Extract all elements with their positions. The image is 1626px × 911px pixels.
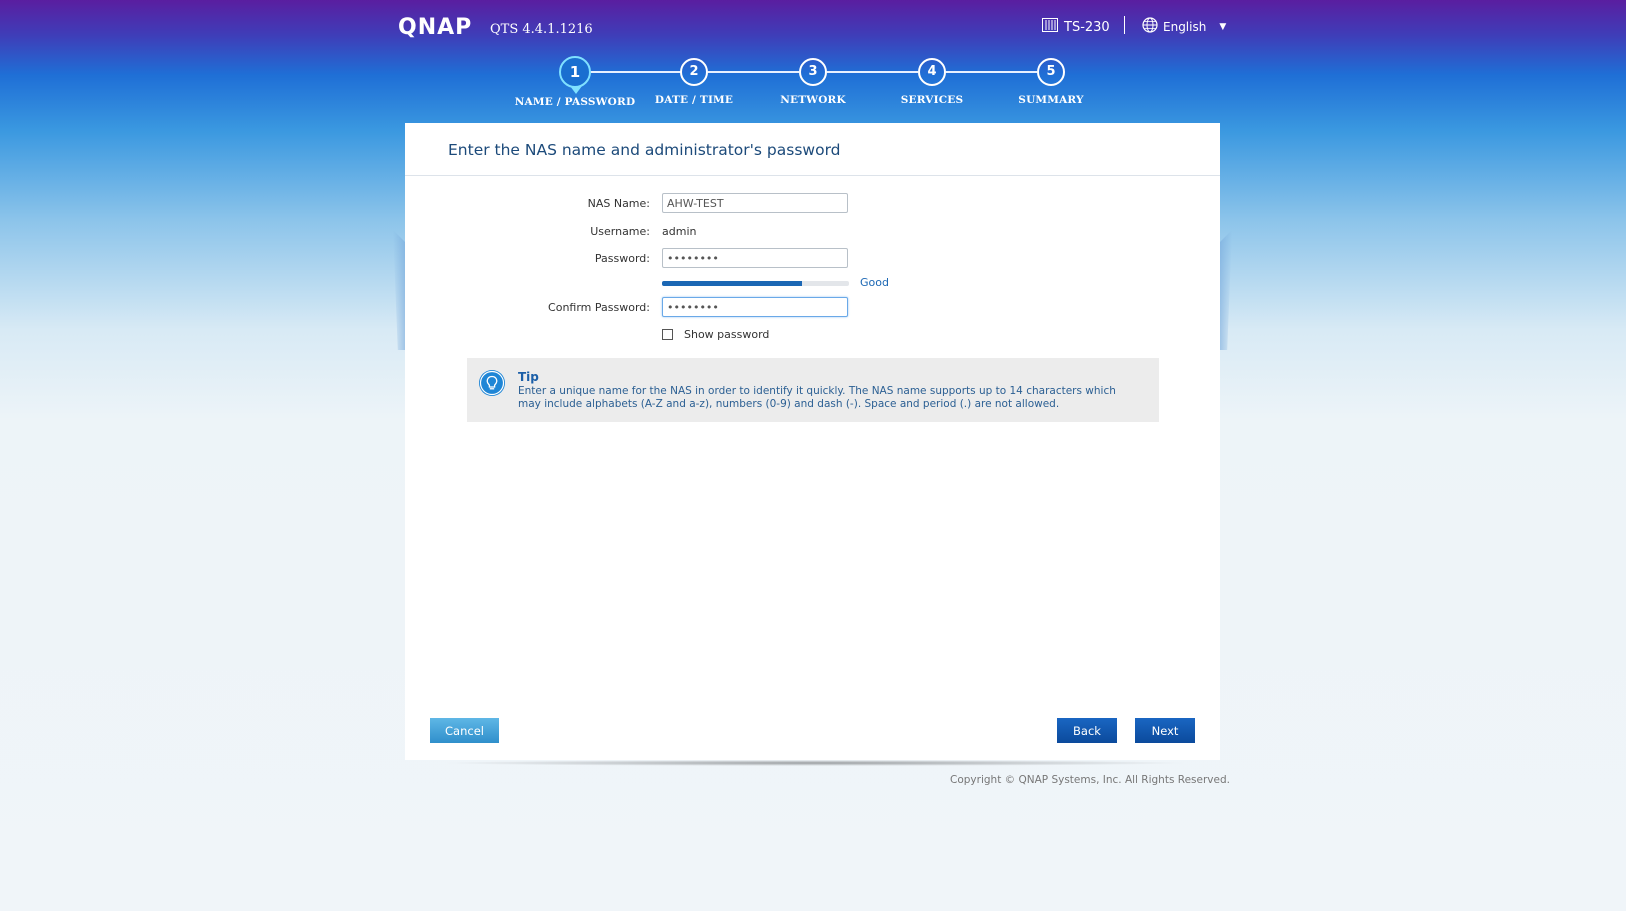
panel-shadow [440, 760, 1190, 766]
username-label: Username: [590, 225, 650, 238]
back-button[interactable]: Back [1057, 718, 1117, 743]
step-date-time: 2 DATE / TIME [629, 56, 759, 106]
chevron-down-icon: ▼ [1219, 21, 1227, 32]
lightbulb-icon [479, 370, 505, 396]
step-label: SUMMARY [1018, 94, 1084, 106]
password-label: Password: [594, 252, 650, 265]
copyright-text: Copyright © QNAP Systems, Inc. All Right… [950, 774, 1230, 786]
cancel-button[interactable]: Cancel [430, 718, 499, 743]
panel-side-decoration [1220, 230, 1232, 350]
confirm-password-input[interactable] [662, 297, 848, 317]
panel-side-decoration [393, 230, 405, 350]
page-title: Enter the NAS name and administrator's p… [448, 141, 841, 159]
password-strength-fill [662, 281, 803, 286]
qnap-logo: QNAP [398, 15, 473, 40]
tip-title: Tip [518, 370, 539, 384]
password-input[interactable] [662, 248, 848, 268]
show-password-label[interactable]: Show password [684, 328, 769, 341]
step-number: 3 [799, 58, 827, 86]
server-icon [1042, 18, 1058, 36]
step-services: 4 SERVICES [867, 56, 997, 106]
step-network: 3 NETWORK [748, 56, 878, 106]
step-summary: 5 SUMMARY [986, 56, 1116, 106]
title-divider [405, 175, 1220, 176]
password-strength-bar [662, 281, 849, 286]
nas-name-input[interactable] [662, 193, 848, 213]
header-divider [1124, 16, 1125, 34]
version-label: QTS 4.4.1.1216 [490, 22, 593, 37]
wizard-panel: Enter the NAS name and administrator's p… [405, 123, 1220, 760]
password-strength-text: Good [860, 276, 889, 289]
next-button[interactable]: Next [1135, 718, 1195, 743]
language-selector[interactable]: English ▼ [1142, 17, 1226, 36]
step-number: 2 [680, 58, 708, 86]
step-label: SERVICES [900, 94, 964, 106]
step-number: 4 [918, 58, 946, 86]
step-number: 1 [559, 56, 591, 94]
step-number: 5 [1037, 58, 1065, 86]
device-name: TS-230 [1064, 19, 1110, 35]
device-info: TS-230 [1042, 18, 1110, 36]
tip-text: Enter a unique name for the NAS in order… [518, 385, 1116, 410]
language-label: English [1163, 19, 1207, 34]
step-name-password: 1 NAME / PASSWORD [510, 56, 640, 108]
step-label: DATE / TIME [654, 94, 734, 106]
nas-name-label: NAS Name: [587, 197, 650, 210]
show-password-checkbox[interactable] [662, 329, 673, 340]
confirm-password-label: Confirm Password: [548, 301, 650, 314]
step-label: NAME / PASSWORD [514, 96, 636, 108]
wizard-stepper: 1 NAME / PASSWORD 2 DATE / TIME 3 NETWOR… [0, 56, 1626, 116]
top-bar: QNAP QTS 4.4.1.1216 TS-230 English ▼ [0, 0, 1626, 60]
username-value: admin [662, 225, 697, 238]
step-label: NETWORK [780, 94, 846, 106]
globe-icon [1142, 17, 1158, 36]
tip-box: Tip Enter a unique name for the NAS in o… [467, 358, 1159, 422]
